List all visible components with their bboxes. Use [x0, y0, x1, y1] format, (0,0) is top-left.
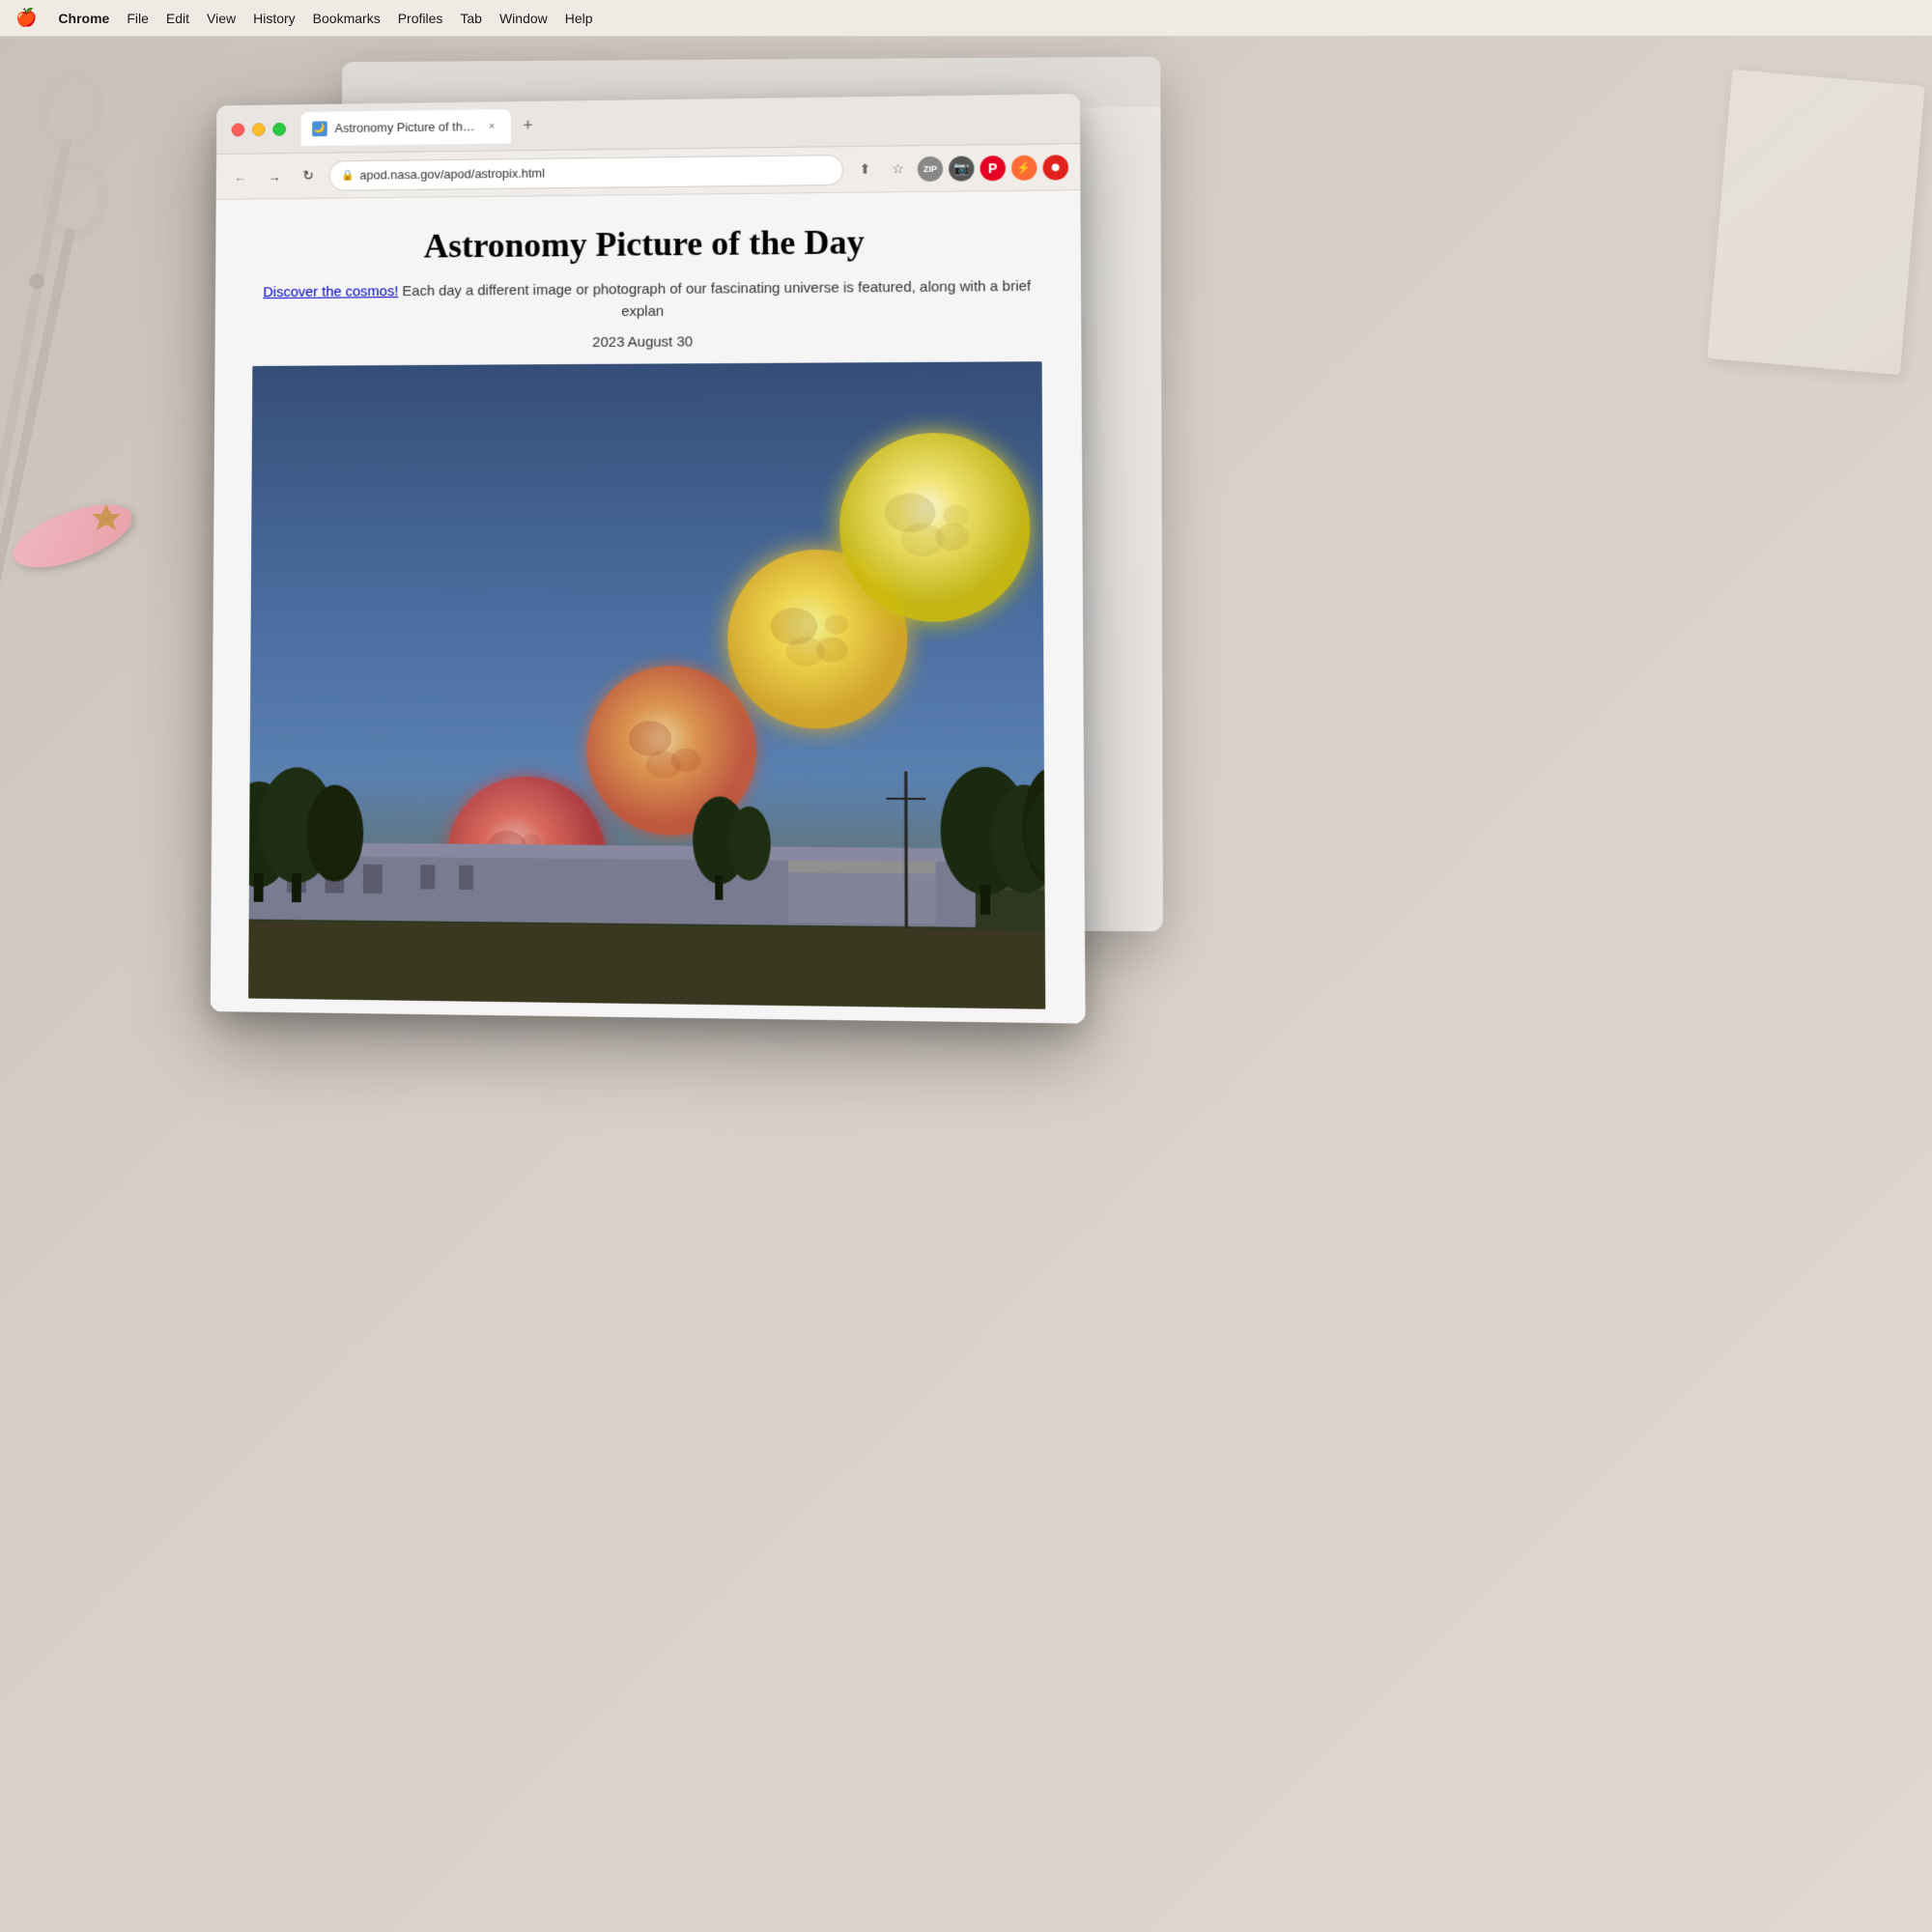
traffic-lights [232, 122, 286, 135]
camera-extension-button[interactable]: 📷 [949, 156, 974, 181]
notebook-decoration [1707, 70, 1924, 375]
menubar-chrome[interactable]: Chrome [58, 11, 109, 26]
bookmark-button[interactable]: ☆ [884, 156, 911, 183]
apple-menu-icon[interactable]: 🍎 [15, 8, 37, 28]
charm-decoration [92, 502, 121, 531]
back-button[interactable]: ← [227, 163, 253, 190]
menubar-window[interactable]: Window [499, 11, 548, 26]
menubar-view[interactable]: View [207, 11, 236, 26]
moon-scene [248, 361, 1045, 1009]
menubar-tab[interactable]: Tab [460, 11, 482, 26]
menubar: 🍎 Chrome File Edit View History Bookmark… [0, 0, 1932, 37]
menubar-history[interactable]: History [253, 11, 296, 26]
address-bar[interactable]: 🔒 apod.nasa.gov/apod/astropix.html [328, 155, 843, 191]
active-tab[interactable]: 🌙 Astronomy Picture of the Day × [300, 109, 510, 146]
discover-cosmos-link[interactable]: Discover the cosmos! [263, 283, 398, 300]
browser-content: Astronomy Picture of the Day Discover th… [211, 190, 1086, 1023]
toolbar-extensions: ⬆ ☆ ZIP 📷 P ⚡ ● [851, 154, 1068, 184]
webpage: Astronomy Picture of the Day Discover th… [211, 190, 1086, 1023]
tab-title: Astronomy Picture of the Day [335, 119, 477, 135]
tab-bar: 🌙 Astronomy Picture of the Day × + [300, 101, 1064, 146]
desktop: 🍎 Chrome File Edit View History Bookmark… [0, 0, 1932, 1932]
share-button[interactable]: ⬆ [851, 156, 878, 183]
browser-window: 🌙 Astronomy Picture of the Day × + ← → ↻… [211, 94, 1086, 1023]
menubar-file[interactable]: File [127, 11, 149, 26]
tab-close-button[interactable]: × [484, 119, 499, 134]
pinterest-extension-button[interactable]: P [980, 156, 1006, 181]
menubar-profiles[interactable]: Profiles [398, 11, 443, 26]
menubar-edit[interactable]: Edit [166, 11, 189, 26]
new-tab-button[interactable]: + [515, 112, 542, 139]
minimize-window-button[interactable] [252, 123, 266, 136]
page-title: Astronomy Picture of the Day [253, 220, 1041, 268]
date-label: 2023 August 30 [252, 331, 1041, 353]
lightning-extension-button[interactable]: ⚡ [1011, 155, 1037, 180]
moon-composite-svg [248, 361, 1045, 1009]
forward-button[interactable]: → [261, 162, 287, 189]
menubar-bookmarks[interactable]: Bookmarks [313, 11, 381, 26]
apod-image [248, 361, 1045, 1009]
close-window-button[interactable] [232, 123, 245, 136]
url-display: apod.nasa.gov/apod/astropix.html [359, 166, 545, 183]
description-text: Each day a different image or photograph… [398, 278, 1031, 320]
red-extension-button[interactable]: ● [1042, 155, 1068, 180]
scissors-decoration [0, 29, 164, 686]
zip-extension-button[interactable]: ZIP [918, 156, 943, 181]
tab-favicon: 🌙 [312, 121, 327, 136]
reload-button[interactable]: ↻ [295, 162, 321, 189]
maximize-window-button[interactable] [272, 122, 286, 135]
page-description: Discover the cosmos! Each day a differen… [253, 276, 1042, 326]
menubar-help[interactable]: Help [565, 11, 593, 26]
lock-icon: 🔒 [341, 169, 354, 182]
